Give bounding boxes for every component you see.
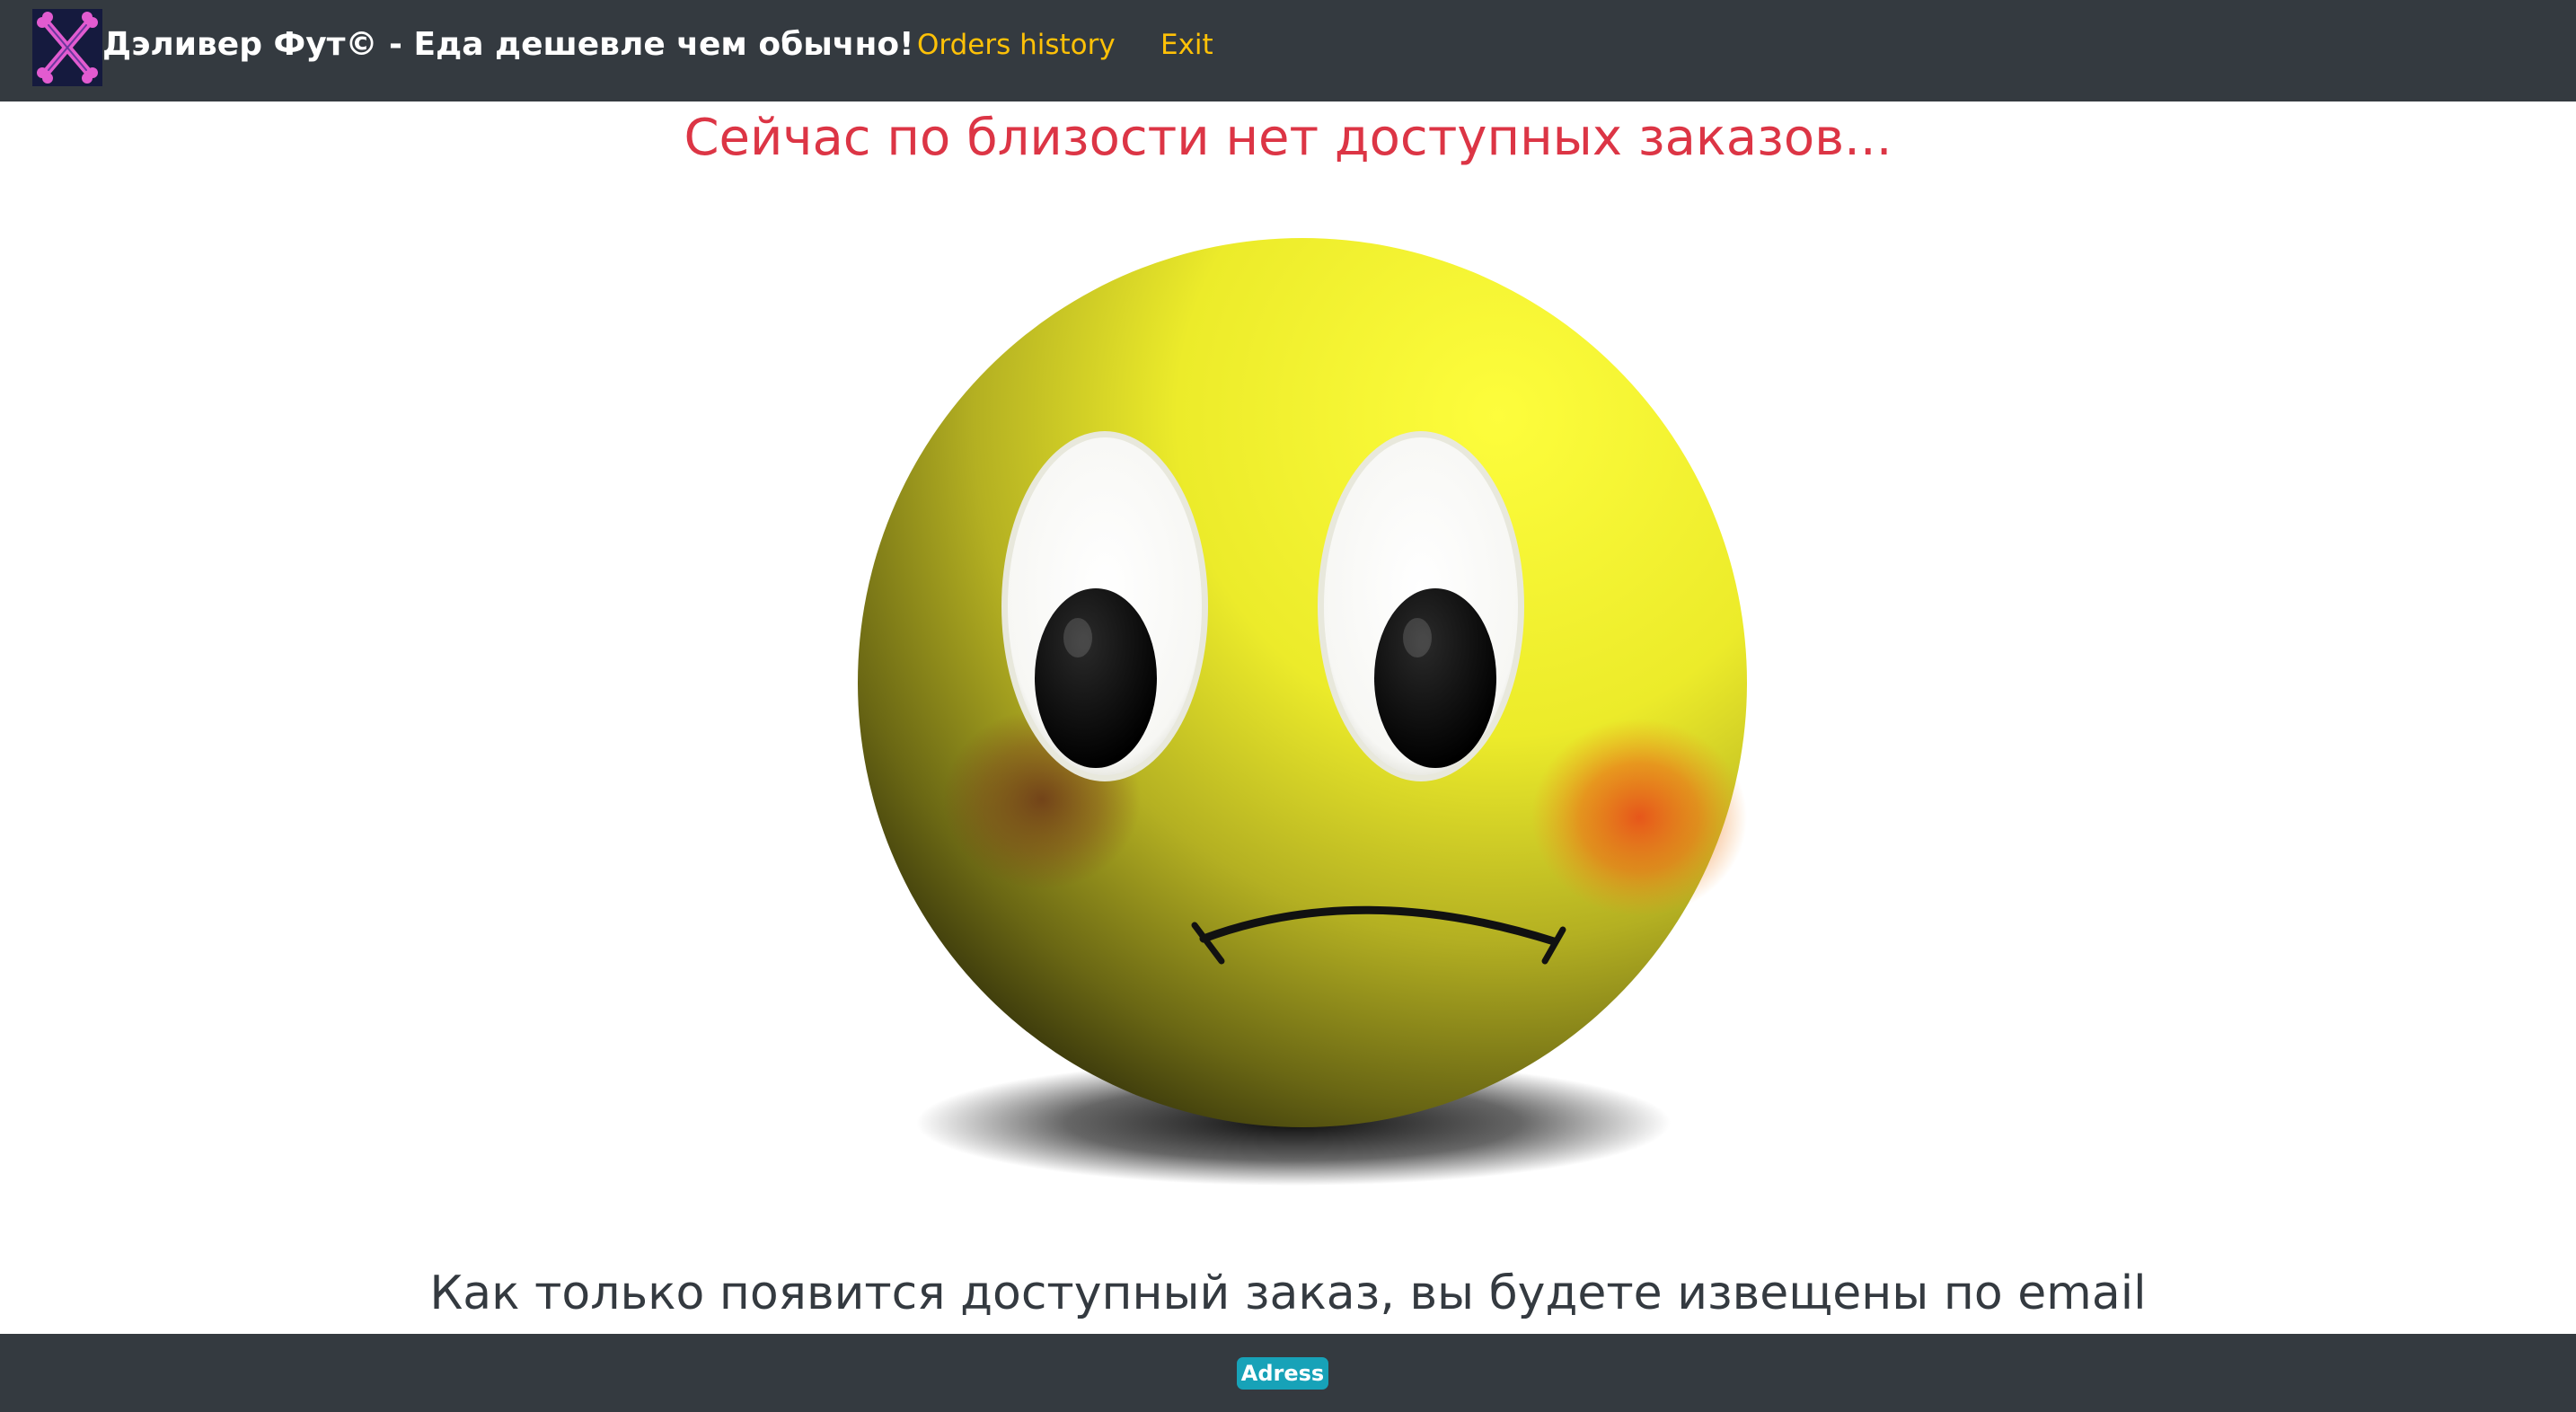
navbar: Дэливер Фут© - Еда дешевле чем обычно! O…	[0, 0, 2576, 101]
brand-title[interactable]: Дэливер Фут© - Еда дешевле чем обычно!	[102, 22, 914, 68]
nav-link-exit[interactable]: Exit	[1160, 22, 1213, 68]
crossed-bones-logo-icon[interactable]	[32, 9, 102, 86]
address-badge[interactable]: Adress	[1237, 1357, 1328, 1390]
nav-link-orders-history[interactable]: Orders history	[917, 22, 1116, 68]
sad-face-image	[835, 216, 1760, 1195]
no-orders-headline: Сейчас по близости нет доступных заказов…	[684, 109, 1892, 167]
email-notice-text: Как только появится доступный заказ, вы …	[429, 1266, 2147, 1320]
